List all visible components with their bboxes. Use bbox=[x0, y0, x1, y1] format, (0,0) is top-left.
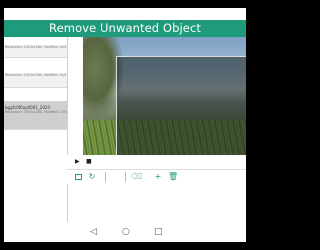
file-list-item-selected[interactable]: bggfc0f0xp0001_2020 Resolution: 1920x108… bbox=[4, 101, 67, 130]
stop-icon[interactable]: ■ bbox=[86, 158, 92, 166]
android-nav-bar: ◁ ○ □ bbox=[4, 222, 246, 242]
editing-toolbar: ↻ ⌫ + 🗑 bbox=[67, 169, 246, 184]
selection-rectangle[interactable] bbox=[116, 56, 246, 155]
home-icon[interactable]: ○ bbox=[122, 226, 130, 238]
file-meta: Resolution: 1920x1080, Modified: 04/11/2… bbox=[5, 73, 67, 77]
toolbar-separator bbox=[125, 172, 126, 182]
file-meta: Resolution: 1920x1080, Modified: 04/11/2… bbox=[5, 45, 67, 49]
delete-icon[interactable]: 🗑 bbox=[168, 172, 178, 182]
file-list-panel[interactable]: Resolution: 1920x1080, Modified: 04/11/2… bbox=[4, 37, 68, 229]
file-list-item[interactable]: Resolution: 1920x1080, Modified: 04/11/2… bbox=[4, 45, 67, 58]
tablet-screen: Remove Unwanted Object Resolution: 1920x… bbox=[4, 8, 246, 242]
back-icon[interactable]: ◁ bbox=[90, 226, 97, 238]
play-icon[interactable]: ▶ bbox=[75, 158, 80, 166]
file-list-item[interactable]: Resolution: 1920x1080, Modified: 04/11/2… bbox=[4, 73, 67, 88]
frame-select-icon[interactable] bbox=[73, 172, 83, 182]
replay-icon[interactable]: ↻ bbox=[87, 172, 97, 182]
video-preview[interactable] bbox=[83, 37, 246, 155]
add-icon[interactable]: + bbox=[153, 172, 163, 182]
erase-icon[interactable]: ⌫ bbox=[131, 172, 142, 182]
app-title: Remove Unwanted Object bbox=[49, 21, 201, 35]
toolbar-separator bbox=[105, 172, 106, 182]
app-title-bar: Remove Unwanted Object bbox=[4, 20, 246, 37]
file-meta: Resolution: 1920x1080, Modified: 23/05/2… bbox=[5, 110, 67, 114]
playback-controls: ▶ ■ bbox=[67, 155, 246, 169]
recents-icon[interactable]: □ bbox=[154, 226, 163, 238]
